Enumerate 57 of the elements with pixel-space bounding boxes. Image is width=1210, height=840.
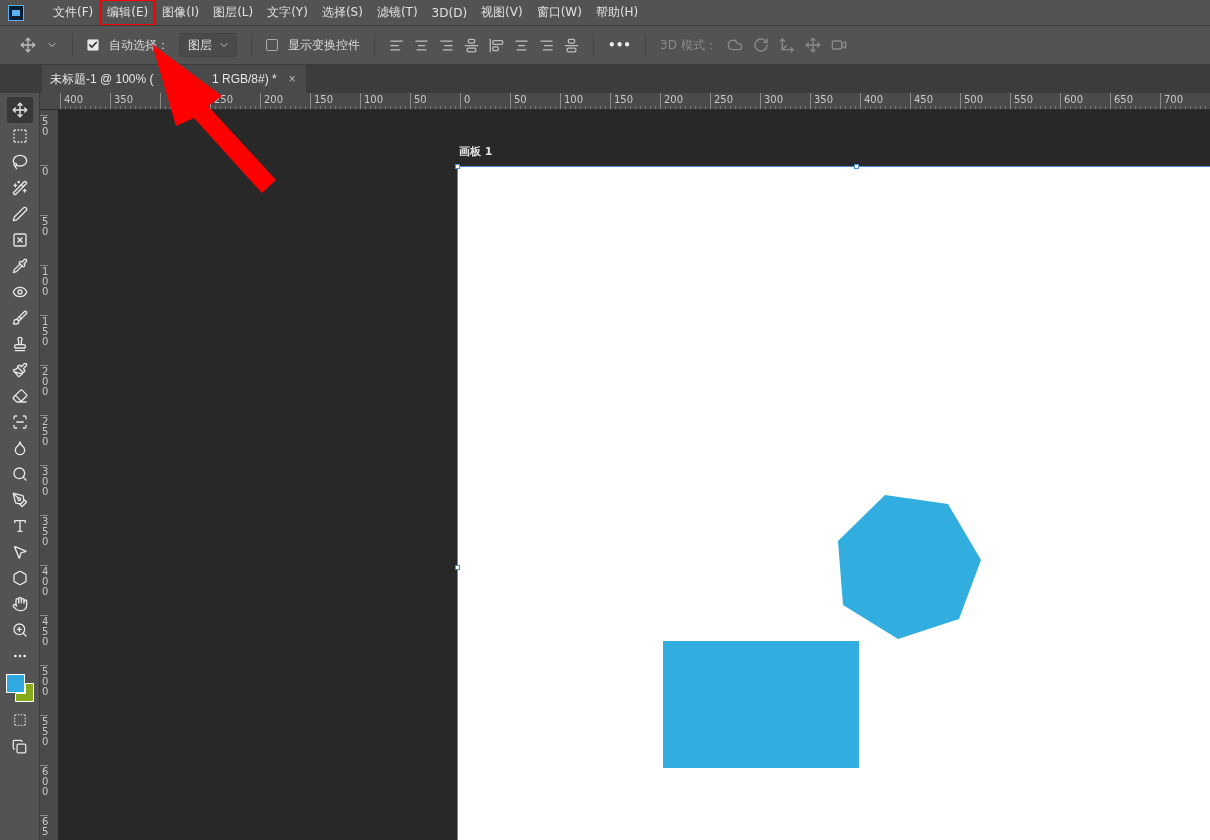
ruler-label: 400 [40, 565, 49, 615]
align-icon[interactable] [539, 37, 554, 53]
ruler-label: 50 [40, 115, 49, 165]
menu-item[interactable]: 图层(L) [208, 1, 259, 24]
move-icon[interactable] [20, 37, 36, 53]
ruler-label: 100 [40, 265, 49, 315]
menu-item[interactable]: 文字(Y) [262, 1, 313, 24]
3d-tool-icon[interactable] [830, 37, 847, 53]
3d-tool-icon[interactable] [804, 37, 821, 53]
ruler-label: 450 [40, 615, 49, 665]
align-icon[interactable] [489, 37, 504, 53]
menu-item[interactable]: 3D(D) [426, 2, 473, 23]
background-swatch[interactable] [14, 683, 34, 702]
move-icon[interactable] [6, 97, 33, 123]
tab-title: 未标题-1 @ 100% ( [50, 71, 154, 86]
menu-item[interactable]: 编辑(E) [102, 1, 154, 24]
3d-tool-icon[interactable] [778, 37, 795, 53]
foreground-swatch[interactable] [5, 674, 25, 693]
ruler-label: 500 [40, 665, 49, 715]
checkbox-label: 自动选择： [109, 36, 169, 54]
ruler-label: 550 [40, 715, 49, 765]
ruler-label: 250 [40, 415, 49, 465]
ruler-label: 0 [40, 165, 49, 215]
align-icon[interactable] [414, 37, 429, 53]
ruler-label: 50 [40, 215, 49, 265]
more-button[interactable]: ••• [608, 38, 631, 52]
checkbox[interactable] [266, 39, 278, 51]
align-icon[interactable] [564, 37, 579, 53]
handle[interactable] [455, 164, 460, 169]
artboard-label: 画板 1 [458, 144, 494, 160]
align-icon[interactable] [389, 37, 404, 53]
menu-item[interactable]: 帮助(H) [590, 1, 644, 24]
layer-dropdown[interactable]: 图层 [179, 33, 237, 57]
handle[interactable] [455, 565, 460, 570]
ruler-label: 350 [40, 515, 49, 565]
handle[interactable] [854, 164, 859, 169]
menu-item[interactable]: 文件(F) [48, 1, 99, 24]
checkbox[interactable] [87, 39, 99, 51]
align-icon[interactable] [439, 37, 454, 53]
menu-item[interactable]: 图像(I) [157, 1, 205, 24]
ruler-label: 300 [40, 465, 49, 515]
3d-tool-icon[interactable] [726, 37, 743, 53]
menu-item[interactable]: 滤镜(T) [371, 1, 423, 24]
app-logo-icon[interactable] [8, 4, 24, 21]
checkbox-label: 显示变换控件 [288, 36, 360, 54]
ruler-label: 65 [40, 815, 49, 840]
ruler-label: 600 [40, 765, 49, 815]
ruler-label: 200 [40, 365, 49, 415]
menu-item[interactable]: 选择(S) [316, 1, 368, 24]
ruler-label: 150 [40, 315, 49, 365]
menu-item[interactable]: 视图(V) [476, 1, 528, 24]
tab-title: 1 RGB/8#) * [212, 72, 277, 86]
align-icon[interactable] [514, 37, 529, 53]
align-icon[interactable] [464, 37, 479, 53]
close-button[interactable]: × [288, 72, 296, 86]
3d-tool-icon[interactable] [752, 37, 769, 53]
menu-item[interactable]: 窗口(W) [531, 1, 587, 24]
